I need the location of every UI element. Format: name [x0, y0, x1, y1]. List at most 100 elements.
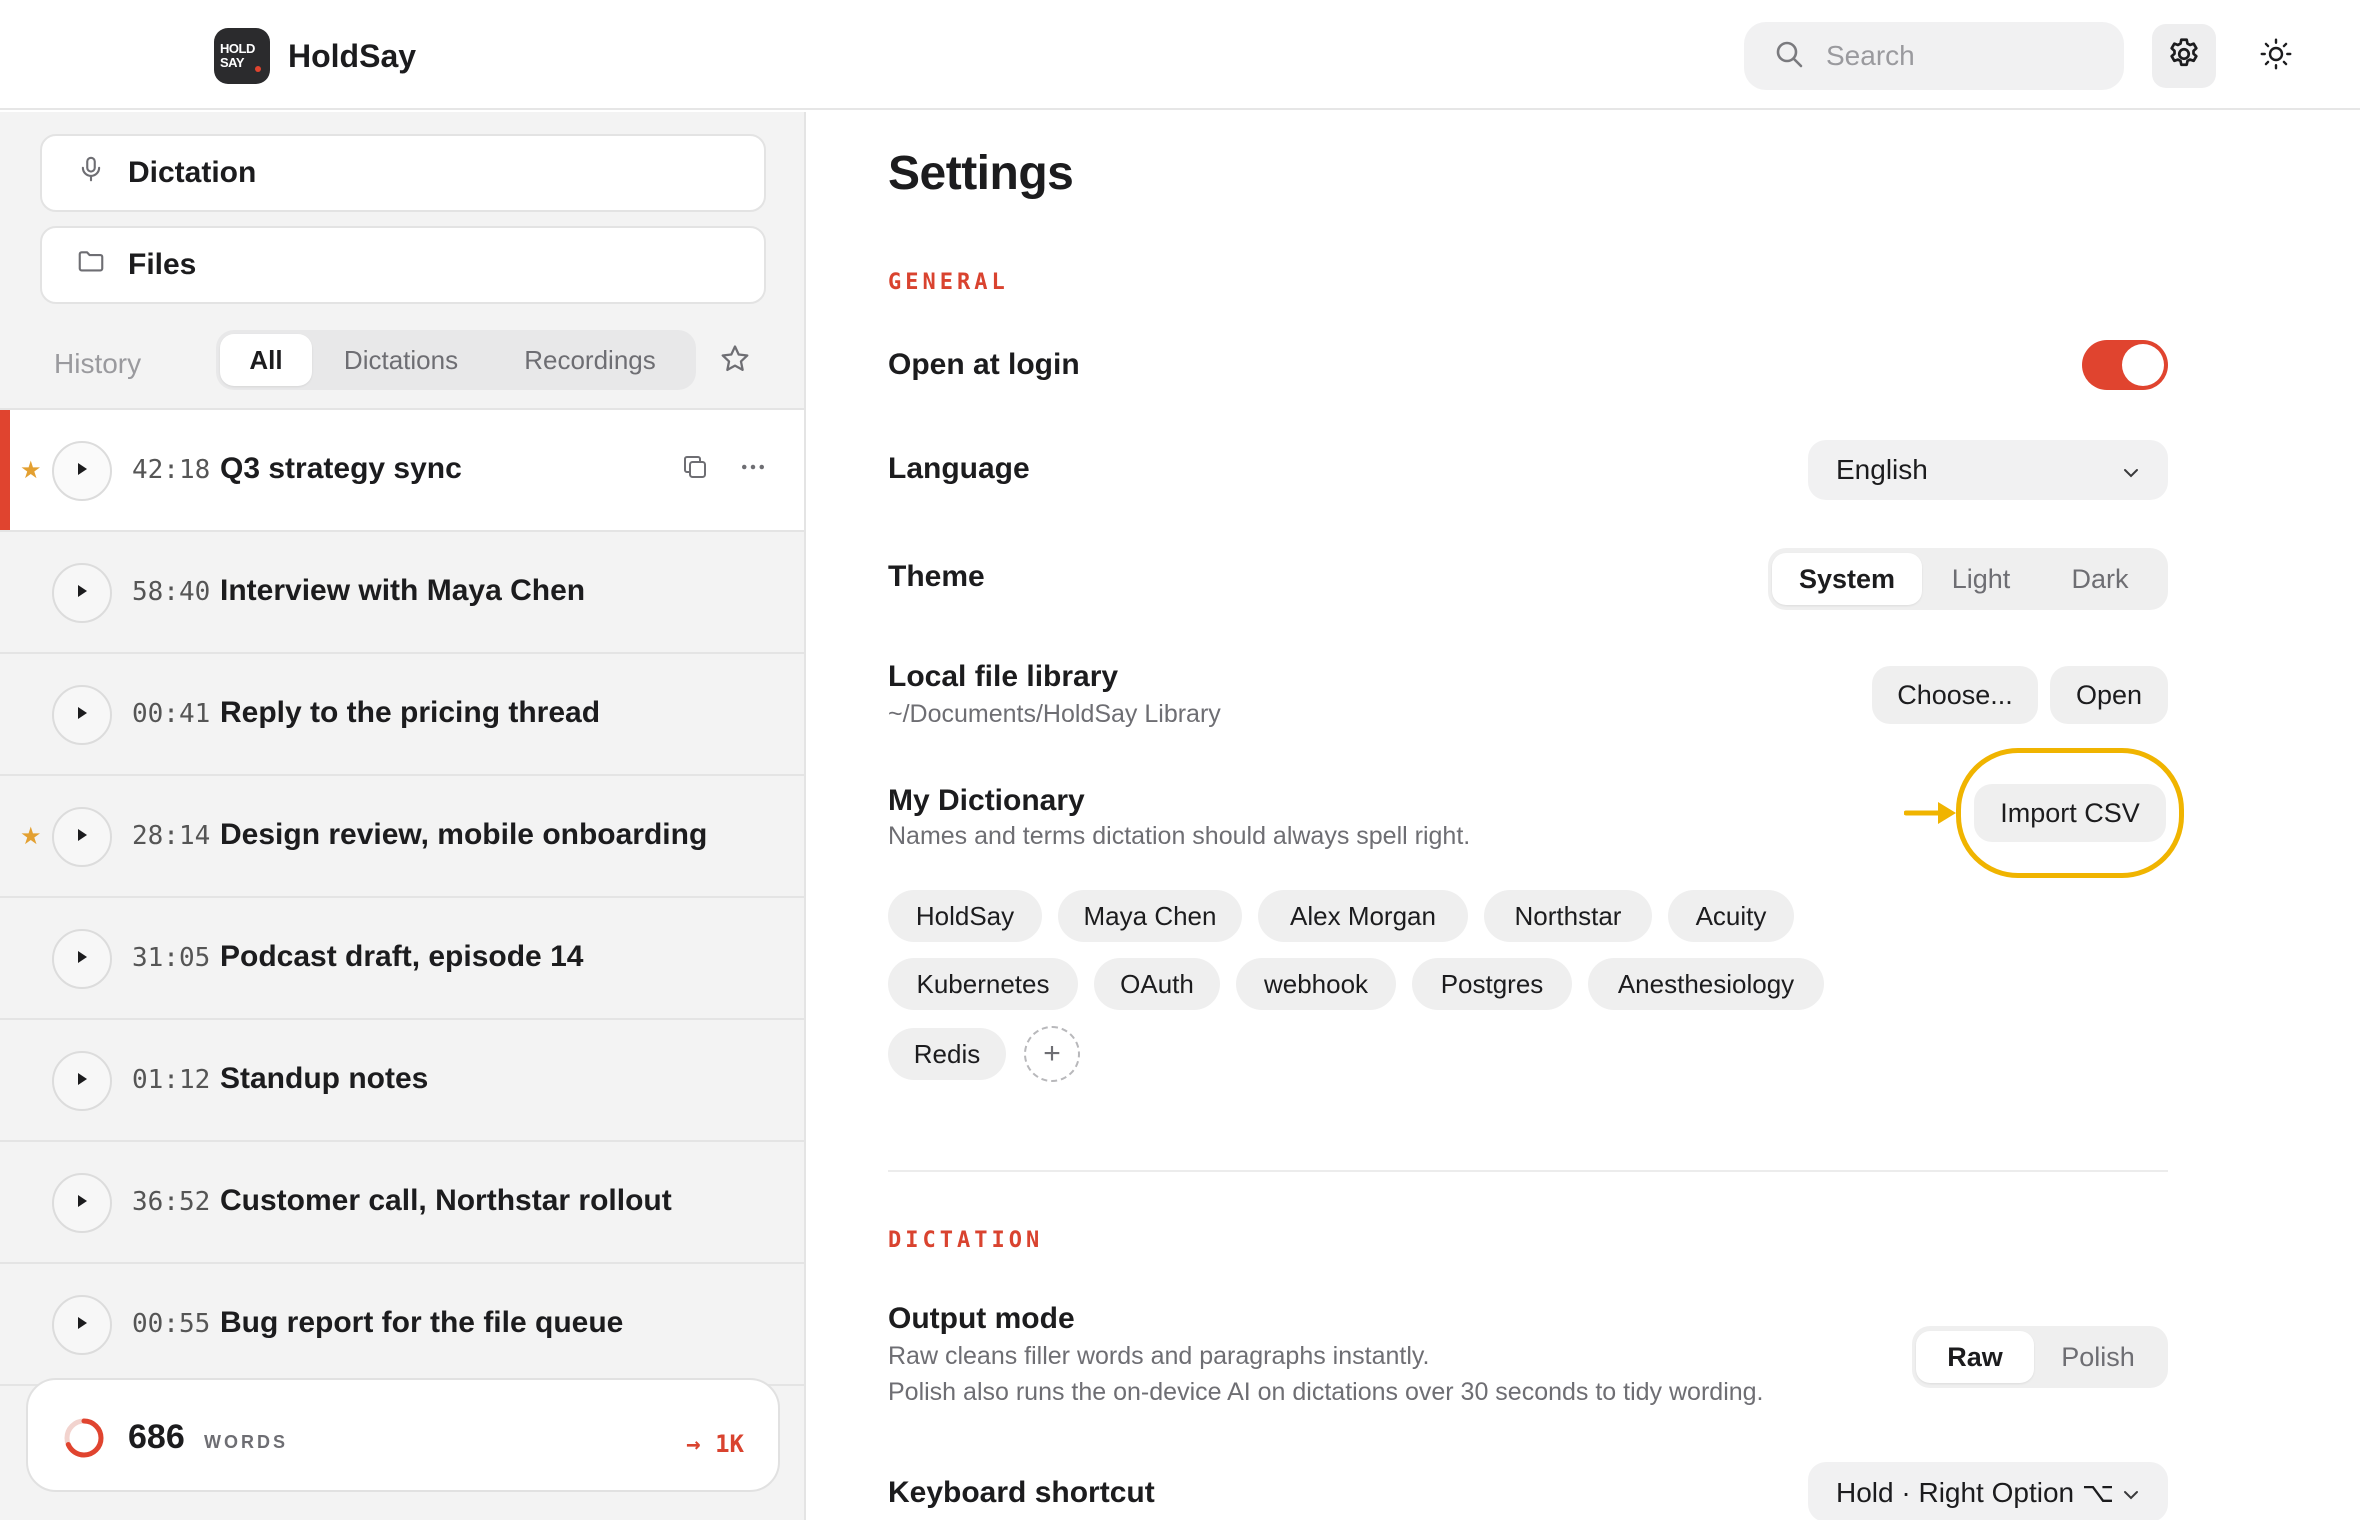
open-library-button[interactable]: Open	[2050, 666, 2168, 724]
history-list: ★ 42:18 Q3 strategy sync 58:40 Interview…	[0, 408, 804, 1386]
play-icon	[75, 705, 89, 726]
output-mode-segmented: Raw Polish	[1912, 1326, 2168, 1388]
dictionary-term[interactable]: Alex Morgan	[1258, 890, 1468, 942]
nav-files-label: Files	[128, 248, 197, 281]
library-label: Local file library	[888, 660, 1119, 693]
language-select[interactable]: English	[1808, 440, 2168, 500]
play-icon	[75, 461, 89, 482]
theme-option-light[interactable]: Light	[1922, 553, 2040, 605]
search-box[interactable]	[1744, 22, 2124, 90]
star-filled-icon: ★	[20, 823, 42, 850]
history-row[interactable]: ★ 28:14 Design review, mobile onboarding	[0, 776, 804, 898]
play-button[interactable]	[52, 563, 112, 623]
chevron-down-icon	[2122, 454, 2140, 486]
progress-ring-icon	[62, 1416, 106, 1465]
play-icon	[75, 827, 89, 848]
dictionary-description: Names and terms dictation should always …	[888, 822, 1471, 850]
history-row[interactable]: 31:05 Podcast draft, episode 14	[0, 898, 804, 1020]
history-row[interactable]: 36:52 Customer call, Northstar rollout	[0, 1142, 804, 1264]
theme-toggle-button[interactable]	[2244, 24, 2308, 88]
import-csv-button[interactable]: Import CSV	[1974, 784, 2166, 842]
play-button[interactable]	[52, 1173, 112, 1233]
theme-option-dark[interactable]: Dark	[2040, 553, 2160, 605]
play-button[interactable]	[52, 441, 112, 501]
row-duration: 00:55	[132, 1309, 211, 1339]
history-row[interactable]: ★ 42:18 Q3 strategy sync	[0, 410, 804, 532]
history-row[interactable]: 01:12 Standup notes	[0, 1020, 804, 1142]
copy-icon[interactable]	[680, 452, 710, 487]
keyboard-shortcut-value: Hold · Right Option ⌥	[1836, 1476, 2115, 1508]
dictionary-term[interactable]: Northstar	[1484, 890, 1652, 942]
page-title: Settings	[888, 147, 1074, 200]
history-row[interactable]: 58:40 Interview with Maya Chen	[0, 532, 804, 654]
row-duration: 42:18	[132, 455, 211, 485]
word-count: 686	[128, 1418, 185, 1456]
library-path: ~/Documents/HoldSay Library	[888, 700, 1221, 728]
chevron-down-icon	[2122, 1476, 2140, 1508]
play-button[interactable]	[52, 685, 112, 745]
keyboard-shortcut-select[interactable]: Hold · Right Option ⌥	[1808, 1462, 2168, 1520]
word-count-label: WORDS	[204, 1432, 288, 1452]
dictionary-term[interactable]: HoldSay	[888, 890, 1042, 942]
keyboard-shortcut-label: Keyboard shortcut	[888, 1476, 1155, 1509]
star-outline-icon	[718, 345, 752, 380]
dictionary-term[interactable]: OAuth	[1094, 958, 1220, 1010]
filter-recordings[interactable]: Recordings	[490, 334, 690, 386]
history-label: History	[54, 348, 142, 379]
theme-label: Theme	[888, 560, 985, 593]
dictionary-term[interactable]: webhook	[1236, 958, 1396, 1010]
history-row[interactable]: 00:41 Reply to the pricing thread	[0, 654, 804, 776]
nav-files[interactable]: Files	[40, 226, 766, 304]
add-term-button[interactable]: +	[1024, 1026, 1080, 1082]
section-dictation-label: DICTATION	[888, 1228, 1044, 1253]
output-mode-desc-polish: Polish also runs the on-device AI on dic…	[888, 1378, 1764, 1406]
output-mode-desc-raw: Raw cleans filler words and paragraphs i…	[888, 1342, 1430, 1370]
play-button[interactable]	[52, 1051, 112, 1111]
dictionary-term[interactable]: Maya Chen	[1058, 890, 1242, 942]
dictionary-term[interactable]: Kubernetes	[888, 958, 1078, 1010]
row-title: Design review, mobile onboarding	[220, 818, 708, 851]
row-duration: 28:14	[132, 821, 211, 851]
play-button[interactable]	[52, 929, 112, 989]
nav-dictation-label: Dictation	[128, 156, 257, 189]
search-input[interactable]	[1826, 40, 2086, 72]
settings-button[interactable]	[2152, 24, 2216, 88]
row-duration: 58:40	[132, 577, 211, 607]
output-mode-label: Output mode	[888, 1302, 1075, 1335]
logo-line-1: HOLD	[220, 41, 255, 56]
choose-library-button[interactable]: Choose...	[1872, 666, 2038, 724]
row-duration: 01:12	[132, 1065, 211, 1095]
output-option-polish[interactable]: Polish	[2034, 1331, 2162, 1383]
toggle-knob	[2122, 344, 2164, 386]
dictionary-term[interactable]: Postgres	[1412, 958, 1572, 1010]
top-bar: HOLD SAY HoldSay	[0, 0, 2360, 110]
dictionary-label: My Dictionary	[888, 784, 1085, 817]
star-filled-icon: ★	[20, 457, 42, 484]
theme-option-system[interactable]: System	[1772, 553, 1922, 605]
filter-dictations[interactable]: Dictations	[312, 334, 490, 386]
filter-all[interactable]: All	[220, 334, 312, 386]
language-label: Language	[888, 452, 1030, 485]
settings-panel: Settings GENERAL Open at login Language …	[808, 112, 2360, 1520]
dictionary-term[interactable]: Redis	[888, 1028, 1006, 1080]
play-button[interactable]	[52, 1295, 112, 1355]
more-options-icon[interactable]	[738, 452, 768, 487]
favorites-filter-button[interactable]	[718, 342, 752, 381]
search-icon	[1774, 39, 1804, 74]
output-option-raw[interactable]: Raw	[1916, 1331, 2034, 1383]
play-icon	[75, 1315, 89, 1336]
dictionary-term[interactable]: Acuity	[1668, 890, 1794, 942]
microphone-icon	[76, 154, 106, 192]
nav-dictation[interactable]: Dictation	[40, 134, 766, 212]
open-at-login-toggle[interactable]	[2082, 340, 2168, 390]
sidebar: Dictation Files History All Dictations R…	[0, 112, 806, 1520]
history-row[interactable]: 00:55 Bug report for the file queue	[0, 1264, 804, 1386]
dictionary-term[interactable]: Anesthesiology	[1588, 958, 1824, 1010]
section-divider	[888, 1170, 2168, 1172]
row-title: Podcast draft, episode 14	[220, 940, 584, 973]
open-at-login-label: Open at login	[888, 348, 1080, 381]
history-filter: All Dictations Recordings	[216, 330, 696, 390]
play-button[interactable]	[52, 807, 112, 867]
gear-icon	[2165, 35, 2203, 78]
section-general-label: GENERAL	[888, 270, 1009, 295]
